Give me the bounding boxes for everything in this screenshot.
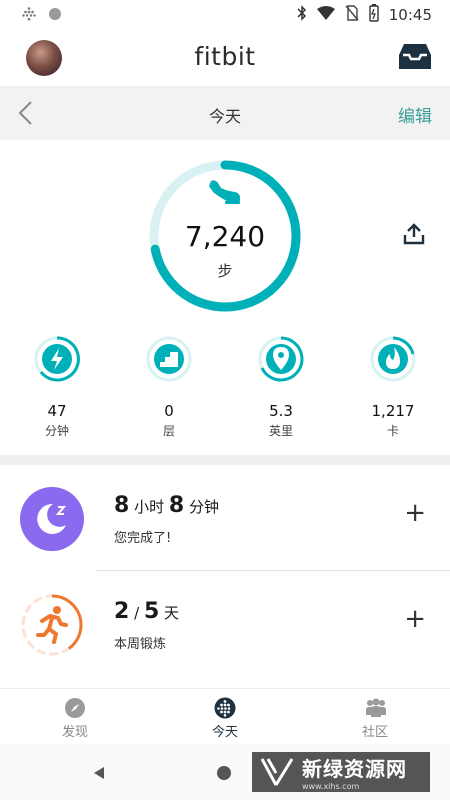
stat-value: 0 bbox=[164, 402, 174, 420]
bluetooth-icon bbox=[297, 5, 307, 25]
status-bar: 10:45 bbox=[0, 0, 450, 28]
exercise-goal: 5 bbox=[143, 599, 160, 624]
sleep-card[interactable]: 8 小时 8 分钟 您完成了! + bbox=[0, 470, 450, 570]
tab-label: 发现 bbox=[61, 725, 88, 740]
wifi-icon bbox=[316, 6, 335, 24]
sleep-subtitle: 您完成了! bbox=[114, 531, 172, 546]
battery-icon bbox=[369, 4, 379, 26]
compass-icon bbox=[65, 698, 85, 718]
lightning-icon bbox=[34, 336, 80, 382]
stat-label: 英里 bbox=[268, 424, 293, 438]
exercise-subtitle: 本周锻炼 bbox=[114, 637, 167, 652]
sleep-minutes-unit: 分钟 bbox=[188, 498, 219, 516]
exercise-unit: 天 bbox=[164, 604, 180, 622]
sleep-hours: 8 bbox=[114, 493, 130, 518]
card-separator bbox=[96, 570, 450, 571]
steps-ring[interactable]: 7,240 步 bbox=[147, 158, 303, 314]
stats-row: 47 分钟 0 层 5.3 英里 1,217 卡 bbox=[0, 336, 450, 446]
home-circle-icon[interactable] bbox=[216, 765, 232, 781]
section-divider bbox=[0, 455, 450, 465]
tab-community[interactable]: 社区 bbox=[325, 695, 425, 741]
back-triangle-icon[interactable] bbox=[92, 766, 106, 780]
tab-label: 今天 bbox=[211, 725, 238, 740]
inbox-icon[interactable] bbox=[398, 42, 432, 76]
bottom-nav: 发现 今天 社区 bbox=[0, 688, 450, 744]
exercise-slash: / bbox=[134, 604, 140, 622]
watermark-logo-icon bbox=[260, 758, 294, 786]
date-title: 今天 bbox=[208, 107, 241, 126]
no-sim-icon bbox=[345, 5, 359, 25]
exercise-progress: 2 / 5 天 bbox=[114, 599, 179, 624]
stat-value: 1,217 bbox=[371, 402, 415, 420]
tab-label: 社区 bbox=[361, 725, 388, 740]
circle-icon bbox=[48, 6, 62, 25]
sleep-hours-unit: 小时 bbox=[134, 498, 165, 516]
stat-label: 卡 bbox=[386, 424, 399, 438]
stat-value: 47 bbox=[47, 402, 67, 420]
running-person-icon bbox=[21, 594, 83, 656]
tab-today[interactable]: 今天 bbox=[175, 695, 275, 741]
add-sleep-button[interactable]: + bbox=[404, 500, 426, 526]
add-exercise-button[interactable]: + bbox=[404, 606, 426, 632]
share-icon[interactable] bbox=[402, 222, 426, 250]
exercise-done: 2 bbox=[114, 599, 130, 624]
sleep-minutes: 8 bbox=[168, 493, 185, 518]
fitbit-dots-icon bbox=[214, 697, 236, 719]
fitbit-dots-icon bbox=[22, 6, 36, 25]
location-pin-icon bbox=[258, 336, 304, 382]
steps-unit: 步 bbox=[217, 262, 233, 280]
watermark-text: 新绿资源网 bbox=[302, 757, 407, 781]
stat-value: 5.3 bbox=[269, 402, 293, 420]
watermark-sub: www.xlhs.com bbox=[302, 782, 360, 791]
stat-label: 层 bbox=[162, 424, 175, 438]
sleep-duration: 8 小时 8 分钟 bbox=[114, 493, 219, 518]
stat-label: 分钟 bbox=[44, 424, 69, 438]
steps-value: 7,240 bbox=[184, 220, 266, 253]
app-bar: fitbit bbox=[0, 28, 450, 86]
exercise-card[interactable]: 2 / 5 天 本周锻炼 + bbox=[0, 576, 450, 676]
moon-icon bbox=[20, 487, 84, 551]
date-bar: 今天 编辑 bbox=[0, 86, 450, 140]
tab-discover[interactable]: 发现 bbox=[25, 695, 125, 741]
watermark: 新绿资源网 www.xlhs.com bbox=[252, 752, 430, 792]
flame-icon bbox=[370, 336, 416, 382]
community-icon bbox=[366, 698, 386, 717]
edit-button[interactable]: 编辑 bbox=[398, 102, 432, 127]
clock: 10:45 bbox=[388, 6, 432, 24]
app-title: fitbit bbox=[194, 42, 256, 71]
stairs-icon bbox=[146, 336, 192, 382]
